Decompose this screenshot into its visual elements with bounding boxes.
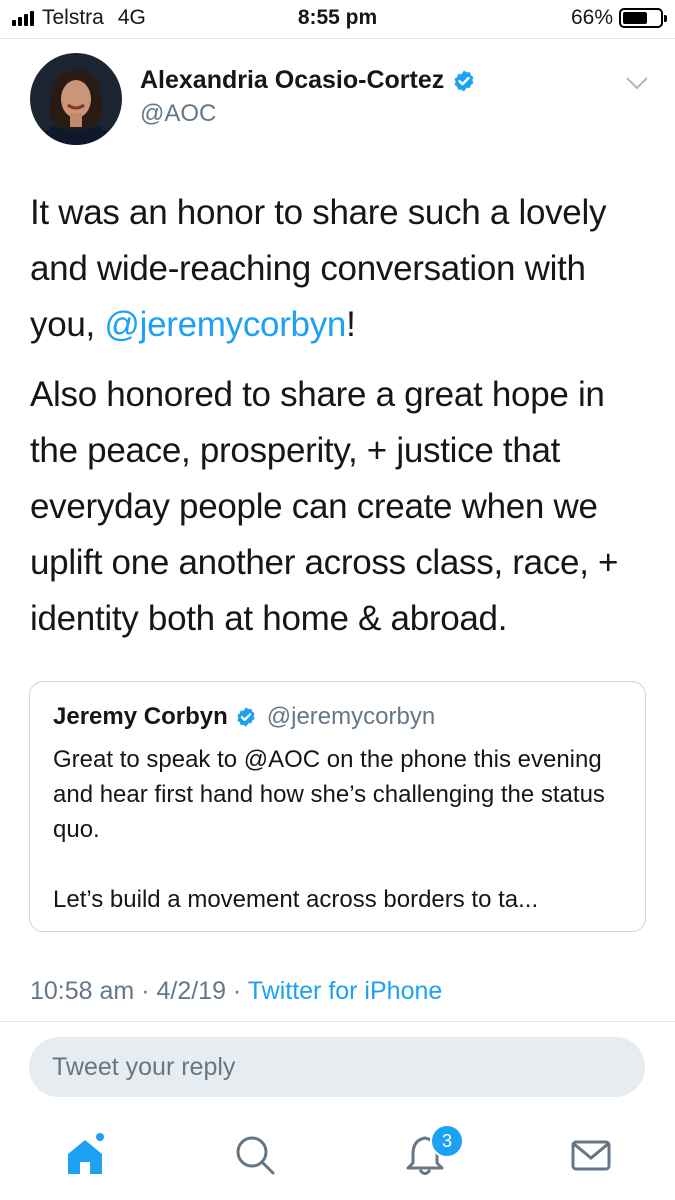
reply-input[interactable]: Tweet your reply	[29, 1037, 645, 1097]
tweet-text-part: !	[346, 305, 356, 344]
battery-icon	[619, 8, 667, 28]
tweet-time: 10:58 am	[30, 977, 135, 1005]
quoted-author-handle: @jeremycorbyn	[266, 703, 436, 730]
battery-fill	[623, 12, 647, 24]
separator: ·	[134, 977, 157, 1005]
quoted-tweet-header: Jeremy Corbyn @jeremycorbyn	[53, 703, 435, 731]
quoted-paragraph: Great to speak to @AOC on the phone this…	[53, 746, 605, 843]
quoted-tweet-text: Great to speak to @AOC on the phone this…	[53, 742, 628, 917]
messages-icon[interactable]	[566, 1130, 616, 1180]
author-name-label: Alexandria Ocasio-Cortez	[140, 66, 445, 94]
avatar[interactable]	[30, 53, 122, 145]
quoted-tweet[interactable]: Jeremy Corbyn @jeremycorbyn Great to spe…	[29, 681, 646, 932]
quoted-paragraph: Let’s build a movement across borders to…	[53, 886, 539, 913]
tweet-paragraph: Also honored to share a great hope in th…	[30, 375, 619, 638]
tweet-paragraph: It was an honor to share such a lovely a…	[30, 185, 650, 353]
notifications-badge: 3	[430, 1124, 464, 1158]
verified-icon	[237, 707, 255, 727]
tweet-source-link[interactable]: Twitter for iPhone	[248, 977, 443, 1005]
tweet-meta: 10:58 am · 4/2/19 · Twitter for iPhone	[30, 977, 442, 1006]
divider	[0, 1021, 675, 1022]
tab-bar	[0, 1110, 675, 1200]
tweet-text: It was an honor to share such a lovely a…	[30, 185, 650, 647]
home-icon[interactable]	[60, 1130, 110, 1180]
separator: ·	[225, 977, 248, 1005]
search-icon[interactable]	[230, 1130, 280, 1180]
reply-placeholder: Tweet your reply	[52, 1053, 236, 1081]
battery-percent: 66%	[570, 6, 613, 29]
status-bar: Telstra 4G 8:55 pm 66%	[0, 0, 675, 38]
mention-link[interactable]: @jeremycorbyn	[104, 305, 346, 344]
status-right: 66%	[570, 6, 667, 30]
verified-icon	[454, 70, 474, 91]
author-handle[interactable]: @AOC	[140, 100, 216, 128]
divider	[0, 38, 675, 39]
tweet-date: 4/2/19	[156, 977, 226, 1005]
quoted-author-name: Jeremy Corbyn	[53, 703, 228, 730]
chevron-down-icon[interactable]	[625, 73, 649, 93]
author-name[interactable]: Alexandria Ocasio-Cortez	[140, 66, 476, 95]
